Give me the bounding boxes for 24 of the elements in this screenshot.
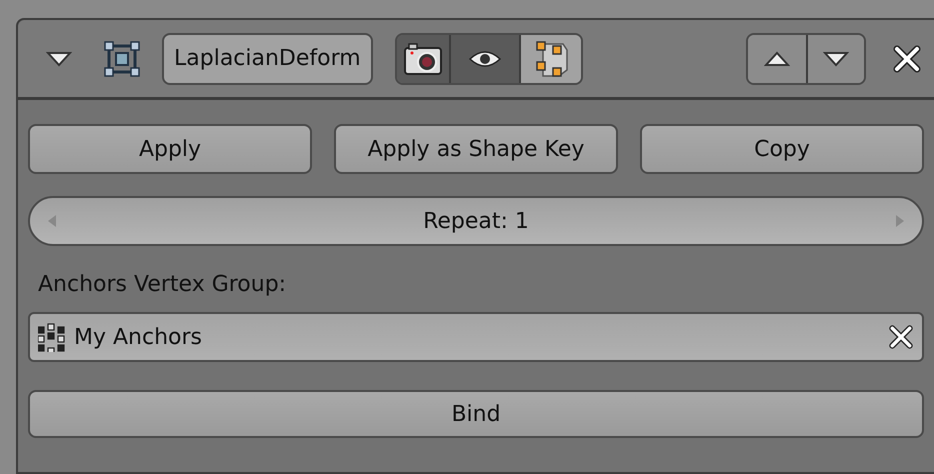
- up-triangle-icon: [764, 50, 790, 66]
- visibility-toggle[interactable]: [396, 34, 449, 82]
- collapse-toggle[interactable]: [46, 50, 72, 66]
- bind-button[interactable]: Bind: [28, 390, 924, 438]
- left-arrow-icon: [48, 215, 56, 227]
- close-button[interactable]: [892, 44, 922, 74]
- modifier-name-field[interactable]: LaplacianDeform: [162, 32, 373, 84]
- visibility-toggle[interactable]: [448, 34, 519, 82]
- vertex-group-icon: [38, 322, 66, 352]
- visibility-toggle[interactable]: [518, 34, 581, 82]
- disclosure-triangle-icon: [46, 50, 72, 66]
- move-down-button[interactable]: [806, 34, 864, 82]
- field-label: Anchors Vertex Group:: [38, 271, 288, 299]
- vertex-group-field[interactable]: My Anchors: [28, 312, 924, 362]
- right-arrow-icon: [896, 215, 904, 227]
- repeat-number-field[interactable]: Repeat: 1: [28, 196, 924, 246]
- action-button[interactable]: Apply as Shape Key: [334, 124, 618, 174]
- action-button[interactable]: Apply: [28, 124, 312, 174]
- down-triangle-icon: [823, 50, 849, 66]
- camera-icon: [402, 42, 443, 76]
- eye-icon: [468, 48, 502, 68]
- action-button[interactable]: Copy: [640, 124, 924, 174]
- clear-icon[interactable]: [888, 324, 914, 350]
- modifier-icon: [104, 40, 140, 76]
